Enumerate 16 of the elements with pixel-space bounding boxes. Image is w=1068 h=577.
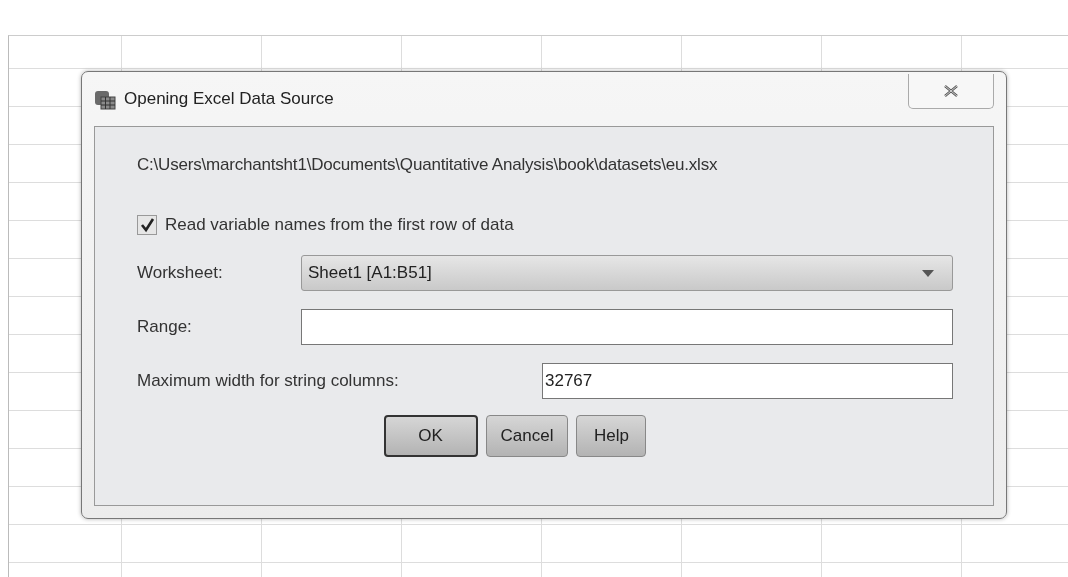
range-label: Range: [137, 317, 193, 337]
spreadsheet-icon [94, 88, 116, 110]
max-width-field[interactable]: 32767 [542, 363, 953, 399]
dialog-button[interactable]: OK [383, 415, 478, 457]
worksheet-label: Worksheet: [137, 263, 224, 283]
dropdown-arrow-icon [922, 269, 934, 277]
dialog-button[interactable]: Cancel [485, 415, 569, 457]
checkbox[interactable] [137, 215, 157, 235]
worksheet-dropdown[interactable]: Sheet1 [A1:B51] [301, 255, 953, 291]
range-field[interactable] [301, 309, 953, 345]
max-width-label: Maximum width for string columns: [137, 371, 400, 391]
checkbox-label: Read variable names from the first row of data [165, 215, 514, 235]
dialog-button[interactable]: Help [576, 415, 647, 457]
file-path: C:\Users\marchantsht1\Documents\Quantitative Analysis\book\datasets\eu.xlsx [137, 155, 719, 175]
close-icon [943, 85, 959, 97]
window-title: Opening Excel Data Source [124, 89, 335, 109]
